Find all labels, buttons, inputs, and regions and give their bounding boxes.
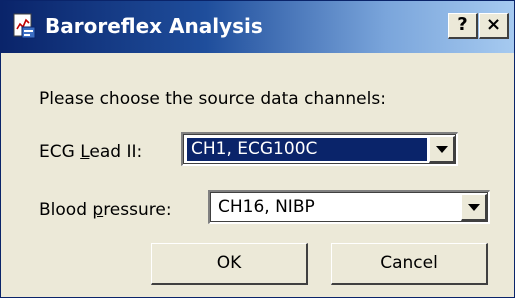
help-button[interactable]: ? — [448, 13, 478, 39]
cancel-button[interactable]: Cancel — [331, 243, 488, 285]
bp-label-part: ressure: — [103, 200, 172, 220]
ecg-lead-select[interactable]: CH1, ECG100C — [181, 132, 458, 166]
ecg-label-mnemonic: L — [80, 142, 90, 162]
blood-pressure-select[interactable]: CH16, NIBP — [208, 190, 490, 224]
ecg-lead-label: ECG Lead II: — [39, 142, 142, 162]
chevron-down-icon[interactable] — [429, 136, 455, 163]
blood-pressure-value: CH16, NIBP — [218, 197, 315, 217]
ok-button[interactable]: OK — [151, 243, 308, 285]
document-chart-icon — [13, 13, 36, 39]
ecg-label-part: ECG — [39, 142, 81, 162]
baroreflex-dialog: Baroreflex Analysis ? × Please choose th… — [0, 0, 515, 298]
bp-label-mnemonic: p — [92, 200, 104, 220]
ecg-lead-value: CH1, ECG100C — [186, 137, 428, 162]
blood-pressure-label: Blood pressure: — [39, 200, 172, 220]
title-bar[interactable]: Baroreflex Analysis ? × — [1, 1, 514, 53]
close-button[interactable]: × — [479, 13, 509, 39]
window-title: Baroreflex Analysis — [45, 14, 263, 38]
prompt-label: Please choose the source data channels: — [39, 89, 386, 109]
bp-label-part: Blood — [39, 200, 93, 220]
chevron-down-icon[interactable] — [461, 194, 487, 221]
ecg-label-part: ead II: — [89, 142, 143, 162]
